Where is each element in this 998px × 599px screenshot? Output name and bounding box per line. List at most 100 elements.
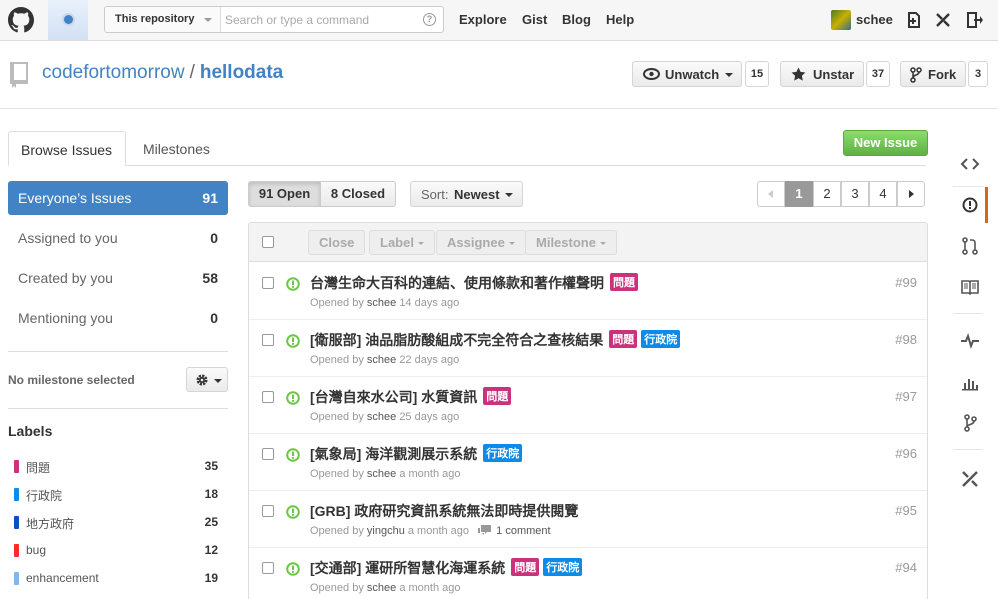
issue-author-link[interactable]: yingchu — [367, 525, 405, 537]
issue-title-row: [交通部] 運研所智慧化海運系統 問題 行政院 — [310, 558, 583, 578]
issue-author-link[interactable]: schee — [367, 297, 396, 309]
filter-created-by-you[interactable]: Created by you 58 — [8, 261, 228, 295]
new-issue-button[interactable]: New Issue — [843, 130, 928, 156]
watch-count[interactable]: 15 — [745, 61, 769, 87]
issue-row[interactable]: [衛服部] 油品脂肪酸組成不完全符合之查核結果 問題 行政院 Opened by s… — [249, 320, 927, 377]
issue-row[interactable]: [交通部] 運研所智慧化海運系統 問題 行政院 Opened by schee a … — [249, 548, 927, 599]
labels-heading: Labels — [8, 423, 53, 439]
issue-row[interactable]: [氣象局] 海洋觀測展示系統 行政院 Opened by schee a mont… — [249, 434, 927, 491]
tab-browse-issues[interactable]: Browse Issues — [8, 131, 126, 166]
issues-icon[interactable] — [958, 193, 982, 217]
new-repo-icon[interactable] — [905, 11, 923, 29]
tab-milestones[interactable]: Milestones — [143, 131, 210, 166]
nav-gist[interactable]: Gist — [522, 12, 547, 27]
issue-checkbox[interactable] — [262, 505, 274, 517]
issue-title-link[interactable]: [衛服部] 油品脂肪酸組成不完全符合之查核結果 — [310, 332, 603, 348]
issue-title-link[interactable]: [GRB] 政府研究資訊系統無法即時提供閱覽 — [310, 503, 578, 519]
filter-everyones-issues[interactable]: Everyone’s Issues 91 — [8, 181, 228, 215]
issue-meta: Opened by schee 25 days ago — [310, 411, 459, 423]
issue-title-link[interactable]: [氣象局] 海洋觀測展示系統 — [310, 446, 477, 462]
network-icon[interactable] — [958, 411, 982, 435]
issue-open-icon — [286, 277, 300, 291]
label-item[interactable]: 地方政府 25 — [14, 513, 218, 533]
fork-count[interactable]: 3 — [968, 61, 988, 87]
issue-label-tag[interactable]: 行政院 — [543, 558, 583, 576]
nav-help[interactable]: Help — [606, 12, 634, 27]
milestone-settings-button[interactable] — [186, 367, 228, 392]
issue-label-tag[interactable]: 行政院 — [483, 444, 523, 462]
issue-row[interactable]: 台灣生命大百科的連結、使用條款和著作權聲明 問題 Opened by schee … — [249, 263, 927, 320]
octocat-logo-icon[interactable] — [8, 7, 34, 33]
issue-author-link[interactable]: schee — [367, 354, 396, 366]
issue-checkbox[interactable] — [262, 562, 274, 574]
issue-title-link[interactable]: [台灣自來水公司] 水質資訊 — [310, 389, 477, 405]
star-count[interactable]: 37 — [866, 61, 890, 87]
chevron-down-icon — [417, 242, 424, 246]
unwatch-button[interactable]: Unwatch — [632, 61, 742, 87]
issue-label-tag[interactable]: 問題 — [609, 330, 638, 348]
pull-requests-icon[interactable] — [958, 234, 982, 258]
search-input[interactable] — [225, 10, 415, 29]
pagination-page[interactable]: 2 — [813, 181, 841, 207]
issue-author-link[interactable]: schee — [367, 411, 396, 423]
issue-label-tag[interactable]: 問題 — [610, 273, 638, 291]
label-item[interactable]: 行政院 18 — [14, 485, 218, 505]
fork-button[interactable]: Fork — [900, 61, 966, 87]
close-action-button[interactable]: Close — [308, 230, 366, 255]
label-color-swatch — [14, 516, 19, 529]
issue-author-link[interactable]: schee — [367, 582, 396, 594]
pagination-next[interactable] — [897, 181, 925, 207]
issue-checkbox[interactable] — [262, 391, 274, 403]
issue-comments-link[interactable]: 1 comment — [496, 525, 550, 537]
settings-tools-icon[interactable] — [934, 11, 952, 29]
settings-icon[interactable] — [958, 467, 982, 491]
issue-row[interactable]: [台灣自來水公司] 水質資訊 問題 Opened by schee 25 days… — [249, 377, 927, 434]
issue-checkbox[interactable] — [262, 448, 274, 460]
issue-checkbox[interactable] — [262, 277, 274, 289]
nav-explore[interactable]: Explore — [459, 12, 507, 27]
issue-author-link[interactable]: schee — [367, 468, 396, 480]
issue-title-link[interactable]: [交通部] 運研所智慧化海運系統 — [310, 560, 505, 576]
chevron-left-icon — [768, 190, 773, 198]
assignee-action-button[interactable]: Assignee — [436, 230, 526, 255]
pagination-page[interactable]: 4 — [869, 181, 897, 207]
issue-label-tag[interactable]: 問題 — [483, 387, 512, 405]
open-issues-toggle[interactable]: 91 Open — [248, 181, 321, 207]
pagination-page[interactable]: 1 — [785, 181, 813, 207]
filter-assigned-to-you[interactable]: Assigned to you 0 — [8, 221, 228, 255]
graphs-icon[interactable] — [958, 371, 982, 395]
nav-blog[interactable]: Blog — [562, 12, 591, 27]
issue-row[interactable]: [GRB] 政府研究資訊系統無法即時提供閱覽 Opened by yingchu… — [249, 491, 927, 548]
avatar[interactable] — [831, 10, 851, 30]
sign-out-icon[interactable] — [965, 11, 983, 29]
chevron-down-icon — [725, 73, 733, 77]
repo-name-link[interactable]: hellodata — [200, 62, 283, 83]
label-item[interactable]: 問題 35 — [14, 457, 218, 477]
unstar-button[interactable]: Unstar — [780, 61, 864, 87]
help-icon[interactable]: ? — [423, 13, 436, 26]
username-link[interactable]: schee — [856, 12, 893, 27]
issue-checkbox[interactable] — [262, 334, 274, 346]
pagination-prev[interactable] — [757, 181, 785, 207]
notifications-button[interactable] — [48, 0, 88, 40]
chevron-down-icon — [508, 242, 515, 246]
milestone-action-button[interactable]: Milestone — [525, 230, 617, 255]
search-scope-dropdown[interactable]: This repository — [105, 7, 221, 32]
repo-owner-link[interactable]: codefortomorrow — [42, 62, 185, 83]
closed-issues-toggle[interactable]: 8 Closed — [320, 181, 396, 207]
sort-dropdown[interactable]: Sort: Newest — [410, 181, 523, 207]
issue-title-link[interactable]: 台灣生命大百科的連結、使用條款和著作權聲明 — [310, 275, 604, 291]
issue-label-tag[interactable]: 行政院 — [641, 330, 681, 348]
sort-value: Newest — [454, 187, 500, 202]
issue-label-tag[interactable]: 問題 — [511, 558, 540, 576]
pagination-page[interactable]: 3 — [841, 181, 869, 207]
issue-list: Close Label Assignee Milestone 台灣生命大百科的連… — [248, 222, 928, 599]
label-item[interactable]: bug 12 — [14, 541, 218, 561]
pulse-icon[interactable] — [958, 329, 982, 353]
filter-mentioning-you[interactable]: Mentioning you 0 — [8, 301, 228, 335]
select-all-checkbox[interactable] — [262, 236, 274, 248]
label-item[interactable]: enhancement 19 — [14, 569, 218, 589]
label-action-button[interactable]: Label — [369, 230, 435, 255]
wiki-icon[interactable] — [958, 275, 982, 299]
code-icon[interactable] — [958, 152, 982, 176]
